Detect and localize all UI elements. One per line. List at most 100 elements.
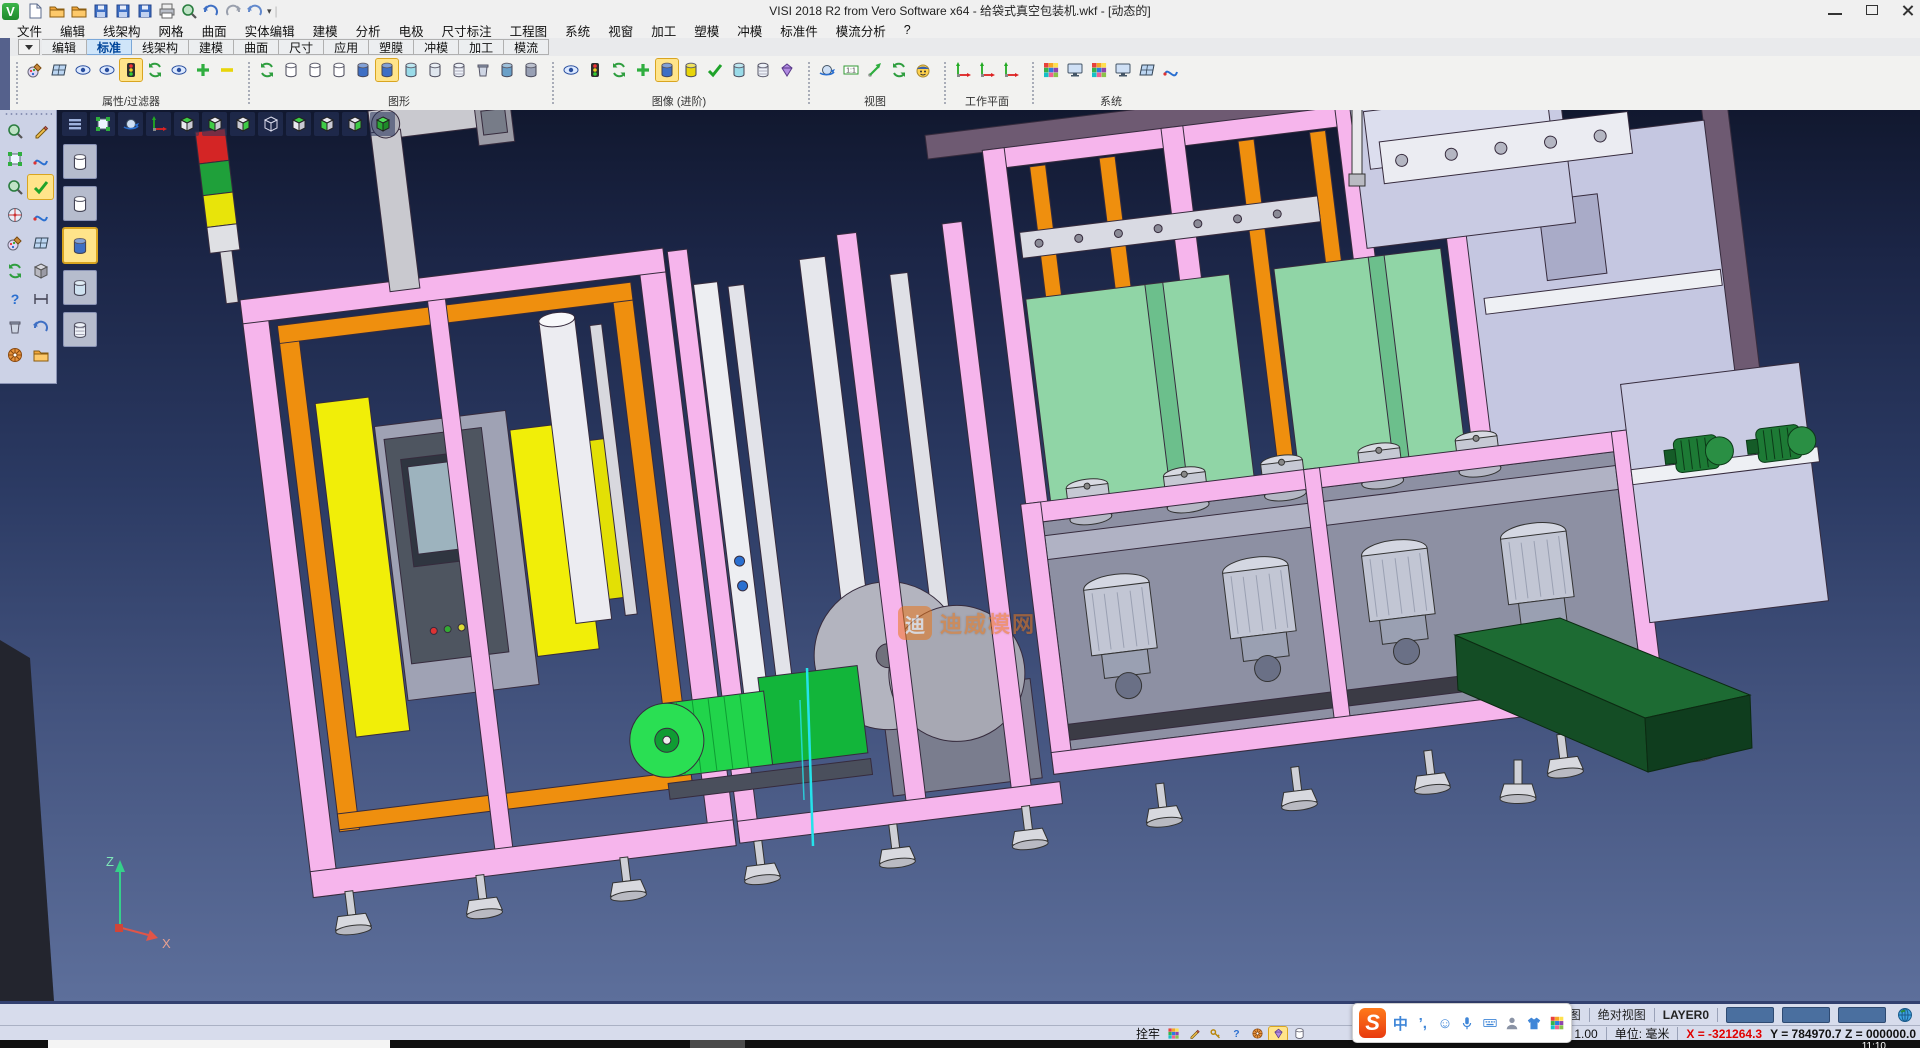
view-front-icon[interactable] bbox=[202, 112, 227, 136]
spline-icon[interactable] bbox=[28, 147, 53, 171]
ime-account-icon[interactable] bbox=[1504, 1014, 1520, 1032]
ghost-style-icon[interactable] bbox=[424, 59, 446, 81]
3d-viewport[interactable]: Z X 迪 迪威模网 bbox=[0, 110, 1920, 1004]
wireframe-style-icon[interactable] bbox=[280, 59, 302, 81]
menu-window[interactable]: 视窗 bbox=[599, 21, 642, 40]
validate-icon[interactable] bbox=[28, 175, 53, 199]
view-right-icon[interactable] bbox=[230, 112, 255, 136]
tab-machining[interactable]: 加工 bbox=[459, 39, 504, 55]
sketch-icon[interactable] bbox=[28, 119, 53, 143]
print-icon[interactable] bbox=[157, 2, 176, 21]
tab-application[interactable]: 应用 bbox=[324, 39, 369, 55]
tab-mold[interactable]: 塑膜 bbox=[369, 39, 414, 55]
view-left-icon[interactable] bbox=[314, 112, 339, 136]
sogou-logo[interactable]: S bbox=[1359, 1008, 1386, 1038]
image-add-icon[interactable] bbox=[632, 59, 654, 81]
open-file-icon[interactable] bbox=[47, 2, 66, 21]
delete-graphics-icon[interactable] bbox=[472, 59, 494, 81]
snap-navigate-icon[interactable] bbox=[1248, 1027, 1266, 1041]
filter-traffic-light-icon[interactable] bbox=[120, 59, 142, 81]
tab-dimension[interactable]: 尺寸 bbox=[279, 39, 324, 55]
line-style-icon[interactable] bbox=[1160, 59, 1182, 81]
menu-edit[interactable]: 编辑 bbox=[51, 21, 94, 40]
display-analysis-icon[interactable] bbox=[63, 312, 97, 347]
regen-icon[interactable] bbox=[2, 259, 27, 283]
axonometric-icon[interactable] bbox=[146, 112, 171, 136]
menu-die[interactable]: 冲模 bbox=[728, 21, 771, 40]
zoom-1to1-icon[interactable] bbox=[840, 59, 862, 81]
orbit-view-icon[interactable] bbox=[118, 112, 143, 136]
status-button-1[interactable] bbox=[1726, 1007, 1774, 1023]
zoom-plus-icon[interactable] bbox=[2, 175, 27, 199]
save-icon[interactable] bbox=[91, 2, 110, 21]
hidden-line-style-icon[interactable] bbox=[304, 59, 326, 81]
regen-graphics-icon[interactable] bbox=[256, 59, 278, 81]
windows-taskbar[interactable]: 11:10 bbox=[0, 1040, 1920, 1048]
open-model-icon[interactable] bbox=[28, 343, 53, 367]
shaded-style-icon[interactable] bbox=[352, 59, 374, 81]
insert-file-icon[interactable] bbox=[69, 2, 88, 21]
fit-view-icon[interactable] bbox=[90, 112, 115, 136]
tab-surface[interactable]: 曲面 bbox=[234, 39, 279, 55]
apply-style-icon[interactable] bbox=[496, 59, 518, 81]
menu-file[interactable]: 文件 bbox=[8, 21, 51, 40]
menu-machining[interactable]: 加工 bbox=[642, 21, 685, 40]
display-settings-icon[interactable] bbox=[1064, 59, 1086, 81]
tab-die[interactable]: 冲模 bbox=[414, 39, 459, 55]
snap-cylinder-icon[interactable] bbox=[1290, 1027, 1308, 1041]
image-filter-icon[interactable] bbox=[584, 59, 606, 81]
attributes-icon[interactable] bbox=[2, 231, 27, 255]
dynamic-view-icon[interactable] bbox=[816, 59, 838, 81]
menu-drawing[interactable]: 工程图 bbox=[501, 21, 557, 40]
ime-keyboard-icon[interactable] bbox=[1482, 1014, 1498, 1032]
show-entities-icon[interactable] bbox=[72, 59, 94, 81]
snap-key-icon[interactable] bbox=[1206, 1027, 1224, 1041]
globe-icon[interactable] bbox=[1894, 1004, 1916, 1026]
selection-frame-icon[interactable] bbox=[2, 147, 27, 171]
tab-flow[interactable]: 模流 bbox=[504, 39, 549, 55]
menu-flow-analysis[interactable]: 模流分析 bbox=[827, 21, 895, 40]
color-table-icon[interactable] bbox=[1040, 59, 1062, 81]
image-visibility-icon[interactable] bbox=[560, 59, 582, 81]
menu-analysis[interactable]: 分析 bbox=[347, 21, 390, 40]
minimize-button[interactable] bbox=[1828, 5, 1842, 15]
menu-system[interactable]: 系统 bbox=[556, 21, 599, 40]
menu-dimension[interactable]: 尺寸标注 bbox=[433, 21, 501, 40]
snap-sketch-icon[interactable] bbox=[1185, 1027, 1203, 1041]
snap-gem-icon[interactable] bbox=[1269, 1027, 1287, 1041]
view-back-icon[interactable] bbox=[258, 112, 283, 136]
new-file-icon[interactable] bbox=[25, 2, 44, 21]
snap-help-icon[interactable] bbox=[1227, 1027, 1245, 1041]
dashed-style-icon[interactable] bbox=[328, 59, 350, 81]
history-undo-icon[interactable] bbox=[245, 2, 264, 21]
add-filter-icon[interactable] bbox=[192, 59, 214, 81]
toggle-visibility-icon[interactable] bbox=[168, 59, 190, 81]
tab-modeling[interactable]: 建模 bbox=[189, 39, 234, 55]
ime-skin-icon[interactable] bbox=[1526, 1014, 1542, 1032]
view-corner-icon[interactable] bbox=[342, 112, 367, 136]
image-shaded-icon[interactable] bbox=[656, 59, 678, 81]
hatch-settings-icon[interactable] bbox=[1136, 59, 1158, 81]
viewport-menu-icon[interactable] bbox=[62, 112, 87, 136]
analysis-style-icon[interactable] bbox=[448, 59, 470, 81]
properties-brush-icon[interactable] bbox=[24, 59, 46, 81]
ime-toolbox-icon[interactable] bbox=[1549, 1014, 1565, 1032]
undo-last-icon[interactable] bbox=[28, 315, 53, 339]
ime-language-toggle[interactable]: 中 bbox=[1392, 1013, 1408, 1034]
undo-icon[interactable] bbox=[201, 2, 220, 21]
layer-table-icon[interactable] bbox=[1088, 59, 1110, 81]
ime-emoji-button[interactable]: ☺ bbox=[1437, 1015, 1453, 1032]
workplane-entity-icon[interactable] bbox=[1000, 59, 1022, 81]
view-pane-icon[interactable] bbox=[28, 231, 53, 255]
absolute-view-label[interactable]: 绝对视图 bbox=[1598, 1006, 1646, 1023]
hide-entities-icon[interactable] bbox=[96, 59, 118, 81]
export-icon[interactable] bbox=[135, 2, 154, 21]
ime-punctuation-toggle[interactable]: ’, bbox=[1415, 1015, 1431, 1032]
display-shaded-icon[interactable] bbox=[63, 228, 97, 263]
tab-wireframe[interactable]: 线架构 bbox=[132, 39, 189, 55]
image-refresh-icon[interactable] bbox=[608, 59, 630, 81]
menu-surface[interactable]: 曲面 bbox=[193, 21, 236, 40]
menu-solid-edit[interactable]: 实体编辑 bbox=[236, 21, 304, 40]
snap-grid-icon[interactable] bbox=[1164, 1027, 1182, 1041]
style-settings-icon[interactable] bbox=[520, 59, 542, 81]
